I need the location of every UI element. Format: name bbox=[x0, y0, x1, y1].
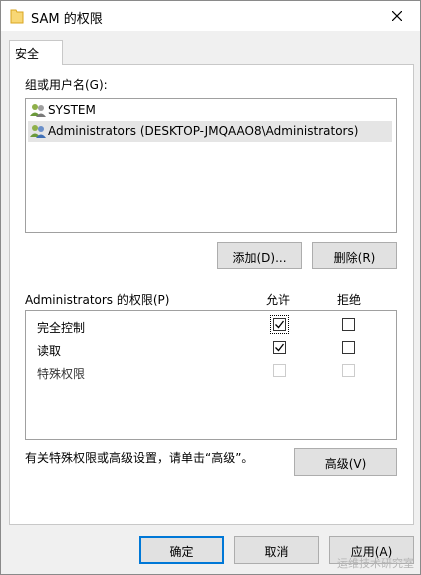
advanced-note: 有关特殊权限或高级设置，请单击“高级”。 bbox=[25, 451, 254, 465]
full-control-deny-checkbox[interactable] bbox=[342, 318, 355, 331]
users-icon bbox=[30, 104, 46, 117]
cancel-button[interactable]: 取消 bbox=[234, 536, 319, 564]
list-item-label: SYSTEM bbox=[48, 103, 96, 117]
full-control-allow-checkbox[interactable] bbox=[273, 318, 286, 331]
add-button[interactable]: 添加(D)... bbox=[217, 242, 302, 269]
permissions-dialog: SAM 的权限 安全 组或用户名(G): SYSTEM Administrato… bbox=[0, 0, 421, 575]
users-icon bbox=[30, 125, 46, 138]
security-panel: 组或用户名(G): SYSTEM Administrators (DESKTOP… bbox=[9, 64, 414, 525]
close-button[interactable] bbox=[374, 1, 420, 31]
group-user-list[interactable]: SYSTEM Administrators (DESKTOP-JMQAAO8\A… bbox=[25, 98, 397, 233]
deny-column-header: 拒绝 bbox=[337, 293, 362, 307]
read-allow-checkbox[interactable] bbox=[273, 341, 286, 354]
perm-read-label: 读取 bbox=[37, 344, 62, 358]
ok-button[interactable]: 确定 bbox=[139, 536, 224, 564]
check-icon bbox=[275, 343, 285, 352]
title-bar: SAM 的权限 bbox=[1, 1, 420, 31]
tab-security-label: 安全 bbox=[15, 47, 40, 61]
watermark: 运维技术研究室 bbox=[337, 557, 414, 570]
window-title: SAM 的权限 bbox=[31, 12, 103, 27]
ok-button-label: 确定 bbox=[169, 545, 194, 559]
folder-icon bbox=[10, 9, 24, 24]
permissions-header: Administrators 的权限(P) bbox=[25, 293, 170, 307]
tab-security[interactable]: 安全 bbox=[9, 40, 63, 65]
special-allow-checkbox bbox=[273, 364, 286, 377]
list-item-label: Administrators (DESKTOP-JMQAAO8\Administ… bbox=[48, 124, 359, 138]
permissions-list: 完全控制 读取 特殊权限 bbox=[25, 310, 397, 440]
perm-full-control-label: 完全控制 bbox=[37, 321, 86, 335]
add-button-label: 添加(D)... bbox=[232, 251, 287, 265]
allow-column-header: 允许 bbox=[266, 293, 291, 307]
check-icon bbox=[275, 320, 285, 329]
group-user-label: 组或用户名(G): bbox=[25, 78, 108, 92]
list-item-system[interactable]: SYSTEM bbox=[28, 100, 392, 121]
remove-button[interactable]: 删除(R) bbox=[312, 242, 397, 269]
special-deny-checkbox bbox=[342, 364, 355, 377]
perm-special-label: 特殊权限 bbox=[37, 367, 86, 381]
advanced-button-label: 高级(V) bbox=[324, 457, 367, 471]
list-item-administrators[interactable]: Administrators (DESKTOP-JMQAAO8\Administ… bbox=[28, 121, 392, 142]
close-icon bbox=[392, 11, 402, 21]
advanced-button[interactable]: 高级(V) bbox=[294, 448, 397, 476]
cancel-button-label: 取消 bbox=[264, 545, 289, 559]
read-deny-checkbox[interactable] bbox=[342, 341, 355, 354]
remove-button-label: 删除(R) bbox=[333, 251, 376, 265]
